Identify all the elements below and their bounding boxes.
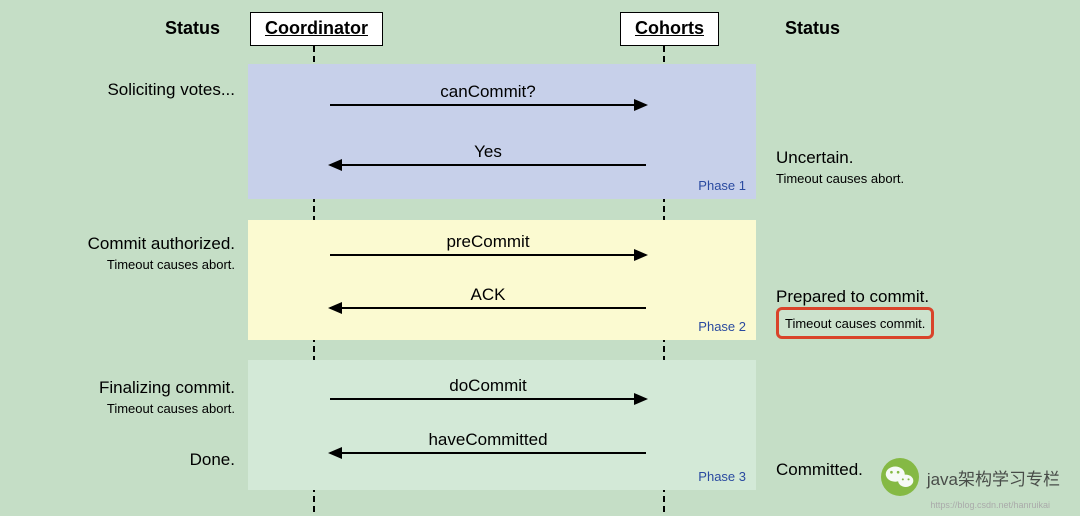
highlight-timeout-commit: Timeout causes commit. xyxy=(776,307,934,339)
arrow-left-icon xyxy=(330,452,646,454)
arrow-docommit: doCommit xyxy=(330,376,646,400)
status-left-done: Done. xyxy=(20,450,235,470)
status-left-phase2: Commit authorized. Timeout causes abort. xyxy=(20,234,235,272)
arrow-label: ACK xyxy=(330,285,646,305)
arrow-yes: Yes xyxy=(330,142,646,166)
arrow-label: haveCommitted xyxy=(330,430,646,450)
status-sub: Timeout causes abort. xyxy=(20,401,235,416)
watermark: java架构学习专栏 xyxy=(881,458,1060,496)
status-main: Done. xyxy=(20,450,235,470)
arrow-label: Yes xyxy=(330,142,646,162)
arrow-left-icon xyxy=(330,307,646,309)
phase-1-label: Phase 1 xyxy=(698,178,746,193)
phase-3-label: Phase 3 xyxy=(698,469,746,484)
status-sub: Timeout causes commit. xyxy=(785,316,925,331)
arrow-precommit: preCommit xyxy=(330,232,646,256)
arrow-label: preCommit xyxy=(330,232,646,252)
arrow-havecommitted: haveCommitted xyxy=(330,430,646,454)
arrow-cancommit: canCommit? xyxy=(330,82,646,106)
status-main: Soliciting votes... xyxy=(20,80,235,100)
arrow-left-icon xyxy=(330,164,646,166)
header-status-right: Status xyxy=(785,18,840,39)
arrow-right-icon xyxy=(330,104,646,106)
status-sub: Timeout causes abort. xyxy=(20,257,235,272)
header-coordinator: Coordinator xyxy=(250,12,383,46)
arrow-label: canCommit? xyxy=(330,82,646,102)
watermark-url: https://blog.csdn.net/hanruikai xyxy=(930,500,1050,510)
arrow-right-icon xyxy=(330,254,646,256)
status-sub: Timeout causes abort. xyxy=(776,171,1056,186)
phase-2-label: Phase 2 xyxy=(698,319,746,334)
status-main: Commit authorized. xyxy=(20,234,235,254)
status-right-phase1: Uncertain. Timeout causes abort. xyxy=(776,148,1056,186)
wechat-icon xyxy=(881,458,919,496)
header-status-left: Status xyxy=(165,18,220,39)
status-left-phase3a: Finalizing commit. Timeout causes abort. xyxy=(20,378,235,416)
status-left-phase1: Soliciting votes... xyxy=(20,80,235,100)
status-right-phase2: Prepared to commit. Timeout causes commi… xyxy=(776,287,1056,339)
status-main: Prepared to commit. xyxy=(776,287,1056,307)
watermark-text: java架构学习专栏 xyxy=(927,465,1060,490)
arrow-label: doCommit xyxy=(330,376,646,396)
arrow-ack: ACK xyxy=(330,285,646,309)
three-phase-commit-diagram: Status Coordinator Cohorts Status Phase … xyxy=(0,0,1080,516)
header-cohorts: Cohorts xyxy=(620,12,719,46)
status-main: Finalizing commit. xyxy=(20,378,235,398)
arrow-right-icon xyxy=(330,398,646,400)
status-main: Uncertain. xyxy=(776,148,1056,168)
